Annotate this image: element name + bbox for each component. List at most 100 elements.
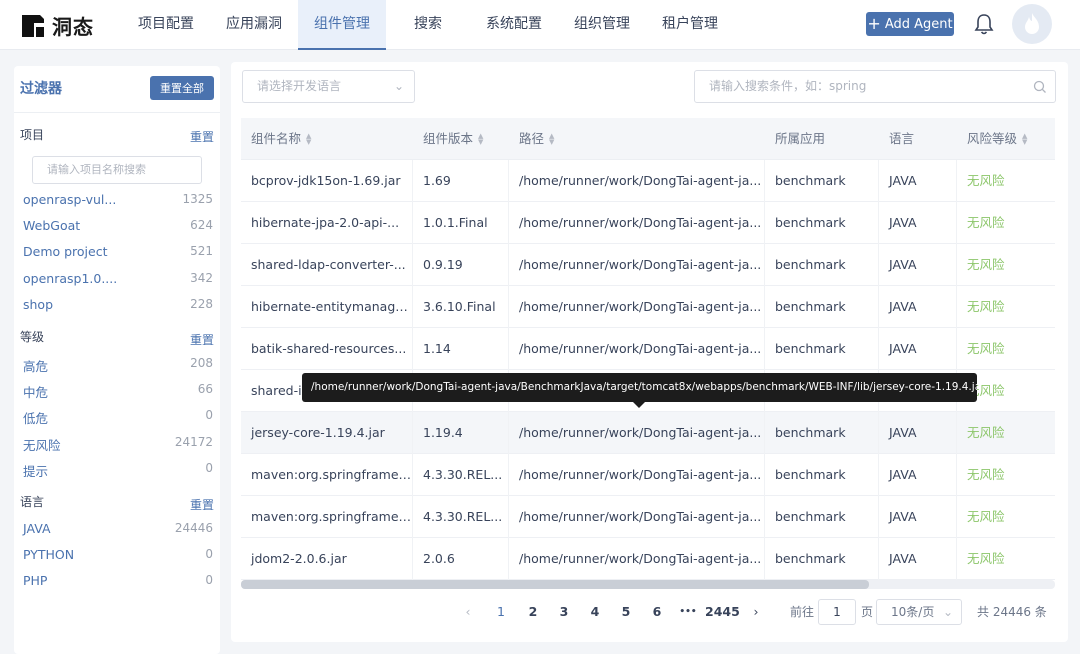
page-size-value: 10条/页: [891, 605, 935, 619]
cell-path[interactable]: /home/runner/work/DongTai-agent-ja...: [509, 286, 765, 328]
project-item[interactable]: openrasp1.0.... 342: [23, 271, 213, 291]
project-item[interactable]: openrasp-vul... 1325: [23, 192, 213, 212]
cell-version: 1.19.4: [413, 412, 509, 454]
language-item[interactable]: PYTHON 0: [23, 547, 213, 567]
project-item[interactable]: shop 228: [23, 297, 213, 317]
level-item[interactable]: 无风险 24172: [23, 435, 213, 455]
table-row[interactable]: hibernate-entitymanage... 3.6.10.Final/ho…: [241, 286, 1055, 328]
bell-icon[interactable]: [973, 12, 995, 36]
chevron-down-icon: ⌄: [393, 79, 404, 93]
project-section-label: 项目: [20, 128, 45, 142]
search-input[interactable]: 请输入搜索条件，如：spring: [694, 70, 1056, 103]
language-reset-link[interactable]: 重置: [190, 496, 214, 513]
sort-icon[interactable]: ▲ ▼: [549, 133, 554, 146]
cell-app: benchmark: [765, 328, 879, 370]
nav-item-tenant-management[interactable]: 租户管理: [646, 0, 734, 50]
logo-mark-icon: [22, 14, 44, 37]
avatar[interactable]: [1012, 4, 1052, 44]
cell-version: 1.69: [413, 160, 509, 202]
pagination: ‹ 1 2 3 4 5 6 ••• 2445 › 前往 1 页 10条/页 ⌄ …: [231, 598, 1068, 626]
language-item[interactable]: PHP 0: [23, 573, 213, 593]
level-reset-link[interactable]: 重置: [190, 331, 214, 348]
language-item[interactable]: JAVA 24446: [23, 521, 213, 541]
table-row[interactable]: batik-shared-resources... 1.14/home/runne…: [241, 328, 1055, 370]
cell-language: JAVA: [879, 412, 957, 454]
cell-path[interactable]: /home/runner/work/DongTai-agent-ja...: [509, 328, 765, 370]
table-row[interactable]: bcprov-jdk15on-1.69.jar 1.69/home/runner/…: [241, 160, 1055, 202]
goto-page-input[interactable]: 1: [818, 599, 856, 625]
sort-icon[interactable]: ▲ ▼: [478, 133, 483, 146]
nav-item-app-vulns[interactable]: 应用漏洞: [210, 0, 298, 50]
nav-item-search[interactable]: 搜索: [386, 0, 470, 50]
cell-name: shared-ldap-converter-...: [241, 244, 413, 286]
language-select-placeholder: 请选择开发语言: [257, 79, 342, 93]
table-row[interactable]: maven:org.springframew... 4.3.30.REL.../h…: [241, 496, 1055, 538]
last-page-button[interactable]: 2445: [705, 598, 740, 626]
component-table: 组件名称 ▲ ▼ 组件版本 ▲ ▼ 路径 ▲ ▼ 所属应用 语言 风险等级 ▲ ▼ bcprov…: [241, 118, 1055, 580]
cell-version: 1.0.1.Final: [413, 202, 509, 244]
sort-icon[interactable]: ▲ ▼: [1022, 133, 1027, 146]
cell-path[interactable]: /home/runner/work/DongTai-agent-ja...: [509, 496, 765, 538]
add-agent-button[interactable]: + Add Agent: [866, 12, 954, 36]
cell-path[interactable]: /home/runner/work/DongTai-agent-ja...: [509, 412, 765, 454]
cell-path[interactable]: /home/runner/work/DongTai-agent-ja...: [509, 244, 765, 286]
nav-item-system-config[interactable]: 系统配置: [470, 0, 558, 50]
cell-risk: 无风险: [967, 551, 1005, 566]
page-button[interactable]: 3: [556, 598, 572, 626]
table-row[interactable]: maven:org.springframew... 4.3.30.REL.../h…: [241, 454, 1055, 496]
col-header-risk[interactable]: 风险等级 ▲ ▼: [957, 118, 1055, 160]
filter-sidebar: 过滤器 重置全部 项目 重置 请输入项目名称搜索 openrasp-vul...…: [14, 66, 220, 654]
col-header-language: 语言: [889, 131, 915, 146]
page-button[interactable]: 1: [493, 598, 509, 626]
cell-language: JAVA: [879, 202, 957, 244]
project-item[interactable]: WebGoat 624: [23, 218, 213, 238]
next-page-button[interactable]: ›: [749, 598, 763, 626]
level-item[interactable]: 高危 208: [23, 356, 213, 376]
page-button[interactable]: 6: [649, 598, 665, 626]
project-item[interactable]: Demo project 521: [23, 244, 213, 264]
cell-risk: 无风险: [967, 215, 1005, 230]
project-search-input[interactable]: 请输入项目名称搜索: [32, 156, 202, 184]
col-header-version[interactable]: 组件版本 ▲ ▼: [413, 118, 509, 160]
main-nav: 项目配置 应用漏洞 组件管理 搜索 系统配置 组织管理 租户管理: [122, 0, 734, 50]
search-icon[interactable]: [1033, 80, 1047, 94]
horizontal-scrollbar[interactable]: [241, 580, 1055, 589]
project-reset-link[interactable]: 重置: [190, 128, 214, 145]
nav-item-project-config[interactable]: 项目配置: [122, 0, 210, 50]
logo[interactable]: 洞态: [20, 11, 94, 40]
table-row[interactable]: shared-ldap-converter-... 0.9.19/home/run…: [241, 244, 1055, 286]
scrollbar-thumb[interactable]: [241, 580, 869, 589]
prev-page-button[interactable]: ‹: [461, 598, 475, 626]
table-row[interactable]: hibernate-jpa-2.0-api-... 1.0.1.Final/hom…: [241, 202, 1055, 244]
nav-item-component-management[interactable]: 组件管理: [298, 0, 386, 50]
level-item[interactable]: 低危 0: [23, 408, 213, 428]
cell-language: JAVA: [879, 538, 957, 580]
cell-path[interactable]: /home/runner/work/DongTai-agent-ja...: [509, 454, 765, 496]
col-header-app: 所属应用: [775, 131, 826, 146]
table-row[interactable]: jdom2-2.0.6.jar 2.0.6/home/runner/work/Do…: [241, 538, 1055, 580]
col-header-name[interactable]: 组件名称 ▲ ▼: [241, 118, 413, 160]
ellipsis-more-icon[interactable]: •••: [677, 598, 699, 626]
cell-language: JAVA: [879, 286, 957, 328]
cell-name: batik-shared-resources...: [241, 328, 413, 370]
add-agent-label: Add Agent: [884, 16, 953, 32]
page-size-select[interactable]: 10条/页 ⌄: [876, 599, 962, 625]
cell-path[interactable]: /home/runner/work/DongTai-agent-ja...: [509, 202, 765, 244]
cell-path[interactable]: /home/runner/work/DongTai-agent-ja...: [509, 160, 765, 202]
reset-all-button[interactable]: 重置全部: [150, 76, 214, 100]
page-button[interactable]: 2: [525, 598, 541, 626]
main-panel: 请选择开发语言 ⌄ 请输入搜索条件，如：spring 组件名称 ▲ ▼ 组件版本 ▲ ▼…: [231, 62, 1068, 642]
language-select[interactable]: 请选择开发语言 ⌄: [242, 70, 415, 103]
nav-item-org-management[interactable]: 组织管理: [558, 0, 646, 50]
cell-language: JAVA: [879, 160, 957, 202]
search-placeholder: 请输入搜索条件，如：spring: [709, 79, 867, 93]
cell-path[interactable]: /home/runner/work/DongTai-agent-ja...: [509, 538, 765, 580]
level-item[interactable]: 提示 0: [23, 461, 213, 481]
page-button[interactable]: 4: [587, 598, 603, 626]
page-button[interactable]: 5: [618, 598, 634, 626]
table-row[interactable]: jersey-core-1.19.4.jar 1.19.4/home/runner…: [241, 412, 1055, 454]
sort-icon[interactable]: ▲ ▼: [306, 133, 311, 146]
cell-name: hibernate-entitymanage...: [241, 286, 413, 328]
col-header-path[interactable]: 路径 ▲ ▼: [509, 118, 765, 160]
level-item[interactable]: 中危 66: [23, 382, 213, 402]
